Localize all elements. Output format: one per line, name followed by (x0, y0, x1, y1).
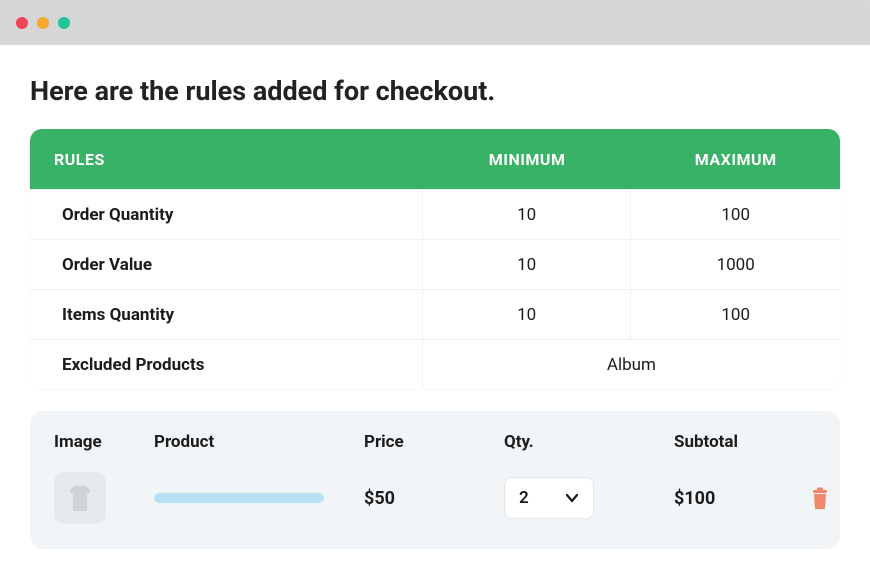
shirt-icon (63, 481, 97, 515)
cart-cell-price: $50 (364, 488, 504, 509)
chevron-down-icon (565, 491, 579, 505)
rules-cell-max: 100 (631, 190, 840, 239)
rules-cell-max: 100 (631, 290, 840, 339)
cart-cell-subtotal: $100 (674, 488, 804, 509)
rules-cell-excluded-value: Album (423, 340, 840, 389)
window-minimize-button[interactable] (37, 17, 49, 29)
cart-row: $50 2 $100 (30, 463, 840, 533)
rules-row-order-quantity: Order Quantity 10 100 (30, 189, 840, 239)
cart-header-product: Product (154, 432, 364, 452)
cart-table-header: Image Product Price Qty. Subtotal (30, 421, 840, 463)
rules-cell-min: 10 (423, 290, 632, 339)
rules-cell-name: Order Quantity (30, 190, 423, 239)
cart-cell-actions (804, 482, 864, 514)
window-titlebar (0, 0, 870, 45)
app-window: Here are the rules added for checkout. R… (0, 0, 870, 570)
cart-header-qty: Qty. (504, 432, 674, 452)
rules-header-min: MINIMUM (423, 150, 632, 169)
rules-header-rules: RULES (30, 150, 423, 169)
rules-row-order-value: Order Value 10 1000 (30, 239, 840, 289)
rules-cell-name: Order Value (30, 240, 423, 289)
trash-icon (810, 487, 830, 509)
rules-cell-min: 10 (423, 240, 632, 289)
rules-header-max: MAXIMUM (631, 150, 840, 169)
rules-table: RULES MINIMUM MAXIMUM Order Quantity 10 … (30, 129, 840, 389)
cart-header-image: Image (54, 432, 154, 452)
rules-cell-min: 10 (423, 190, 632, 239)
cart-cell-product (154, 493, 364, 503)
cart-cell-qty: 2 (504, 477, 674, 519)
qty-value: 2 (519, 488, 529, 508)
cart-header-price: Price (364, 432, 504, 452)
rules-row-items-quantity: Items Quantity 10 100 (30, 289, 840, 339)
remove-item-button[interactable] (804, 482, 836, 514)
product-thumbnail (54, 472, 106, 524)
cart-table: Image Product Price Qty. Subtotal (30, 411, 840, 549)
rules-table-header: RULES MINIMUM MAXIMUM (30, 129, 840, 189)
rules-row-excluded: Excluded Products Album (30, 339, 840, 389)
cart-header-subtotal: Subtotal (674, 432, 804, 452)
cart-cell-image (54, 472, 154, 524)
page-title: Here are the rules added for checkout. (30, 75, 840, 107)
qty-select[interactable]: 2 (504, 477, 594, 519)
rules-cell-max: 1000 (631, 240, 840, 289)
main-content: Here are the rules added for checkout. R… (0, 45, 870, 569)
rules-cell-name: Items Quantity (30, 290, 423, 339)
rules-cell-name: Excluded Products (30, 340, 423, 389)
window-maximize-button[interactable] (58, 17, 70, 29)
window-close-button[interactable] (16, 17, 28, 29)
product-name-placeholder (154, 493, 324, 503)
